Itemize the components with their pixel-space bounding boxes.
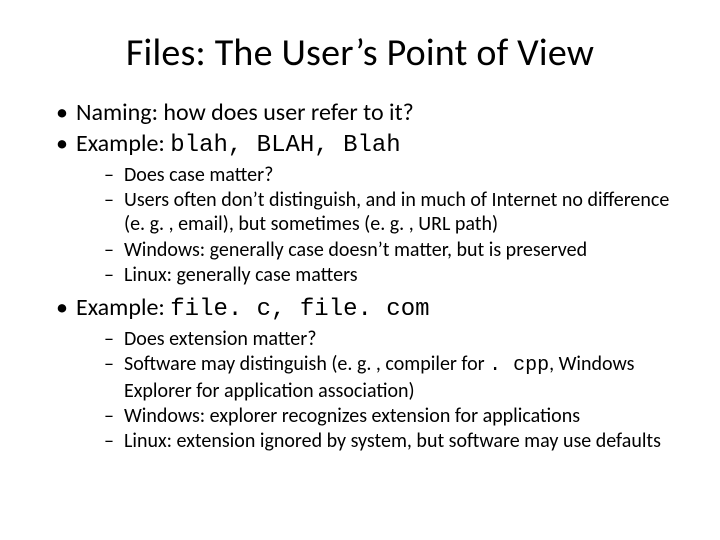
sub-item: Linux: generally case matters bbox=[104, 263, 672, 287]
bullet-example-ext: Example: file. c, file. com Does extensi… bbox=[56, 293, 672, 453]
bullet-code: blah, BLAH, Blah bbox=[170, 132, 400, 159]
sub-list-case: Does case matter? Users often don’t dist… bbox=[76, 163, 672, 288]
sub-item: Does extension matter? bbox=[104, 327, 672, 351]
sub-item: Does case matter? bbox=[104, 163, 672, 187]
sub-item: Windows: explorer recognizes extension f… bbox=[104, 404, 672, 428]
sub-list-ext: Does extension matter? Software may dist… bbox=[76, 327, 672, 454]
sub-code: . cpp bbox=[489, 354, 549, 377]
sub-item: Linux: extension ignored by system, but … bbox=[104, 429, 672, 453]
sub-item: Users often don’t distinguish, and in mu… bbox=[104, 188, 672, 237]
slide: Files: The User’s Point of View Naming: … bbox=[0, 0, 720, 540]
bullet-prefix: Example: bbox=[76, 129, 170, 158]
sub-text: Software may distinguish (e. g. , compil… bbox=[124, 352, 489, 376]
bullet-prefix: Example: bbox=[76, 293, 170, 322]
bullet-naming: Naming: how does user refer to it? bbox=[56, 98, 672, 127]
sub-item: Software may distinguish (e. g. , compil… bbox=[104, 352, 672, 403]
bullet-code: file. c, file. com bbox=[170, 296, 429, 323]
bullet-example-case: Example: blah, BLAH, Blah Does case matt… bbox=[56, 129, 672, 287]
bullet-list: Naming: how does user refer to it? Examp… bbox=[48, 98, 672, 454]
slide-title: Files: The User’s Point of View bbox=[48, 30, 672, 76]
sub-item: Windows: generally case doesn’t matter, … bbox=[104, 238, 672, 262]
bullet-text: Naming: how does user refer to it? bbox=[76, 98, 414, 127]
